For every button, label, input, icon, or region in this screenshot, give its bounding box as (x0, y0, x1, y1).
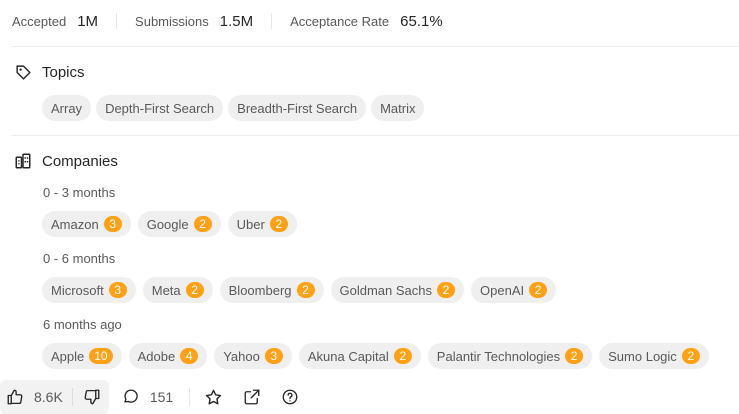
stats-row: Accepted 1M Submissions 1.5M Acceptance … (12, 10, 443, 32)
count-badge: 10 (89, 348, 113, 364)
company-name: Uber (236, 216, 265, 232)
company-tag-sumo-logic[interactable]: Sumo Logic 2 (599, 343, 709, 369)
topic-tags: Array Depth-First Search Breadth-First S… (42, 95, 429, 121)
action-bar: 8.6K 151 (0, 380, 739, 414)
company-tag-palantir-technologies[interactable]: Palantir Technologies 2 (427, 343, 593, 369)
divider (71, 388, 73, 406)
count-badge: 2 (193, 216, 212, 232)
help-icon[interactable] (281, 388, 299, 406)
count-badge: 2 (185, 282, 204, 298)
stat-label: Accepted (12, 13, 67, 29)
company-name: Google (146, 216, 189, 232)
company-tag-microsoft[interactable]: Microsoft 3 (42, 277, 136, 303)
share-icon[interactable] (243, 388, 261, 406)
company-tag-bloomberg[interactable]: Bloomberg 2 (219, 277, 324, 303)
company-name: Palantir Technologies (436, 348, 561, 364)
count-badge: 2 (565, 348, 584, 364)
period-label: 6 months ago (43, 317, 122, 332)
company-tag-meta[interactable]: Meta 2 (142, 277, 213, 303)
divider (116, 13, 118, 29)
period-label: 0 - 3 months (43, 185, 116, 200)
thumbs-up-icon (6, 388, 24, 406)
topic-tag[interactable]: Matrix (371, 95, 425, 121)
company-name: Apple (51, 348, 85, 364)
like-count: 8.6K (34, 389, 63, 405)
company-name: Sumo Logic (608, 348, 677, 364)
count-badge: 2 (529, 282, 548, 298)
company-tag-amazon[interactable]: Amazon 3 (42, 211, 131, 237)
company-name: Bloomberg (228, 282, 292, 298)
company-name: Meta (151, 282, 181, 298)
company-tag-adobe[interactable]: Adobe 4 (128, 343, 208, 369)
comment-icon (122, 388, 140, 406)
period-label: 0 - 6 months (43, 251, 116, 266)
stat-acceptance-rate: Acceptance Rate 65.1% (290, 13, 443, 30)
company-name: Yahoo (223, 348, 260, 364)
count-badge: 3 (103, 216, 122, 232)
stat-submissions: Submissions 1.5M (135, 13, 253, 30)
company-tag-akuna-capital[interactable]: Akuna Capital 2 (298, 343, 421, 369)
count-badge: 4 (180, 348, 199, 364)
stat-value: 1.5M (219, 12, 254, 30)
company-group-0-6-months: Microsoft 3 Meta 2 Bloomberg 2 Goldman Sach… (42, 277, 563, 303)
company-tag-apple[interactable]: Apple 10 (42, 343, 122, 369)
stat-label: Submissions (135, 13, 209, 29)
company-name: Akuna Capital (307, 348, 389, 364)
divider (12, 46, 739, 47)
company-group-6-months-ago: Apple 10 Adobe 4 Yahoo 3 Akuna Capital 2 Pal… (42, 343, 709, 369)
count-badge: 3 (108, 282, 127, 298)
company-tag-goldman-sachs[interactable]: Goldman Sachs 2 (330, 277, 465, 303)
count-badge: 2 (681, 348, 700, 364)
stat-value: 65.1% (400, 12, 443, 30)
company-name: Goldman Sachs (339, 282, 433, 298)
count-badge: 2 (437, 282, 456, 298)
company-name: Microsoft (51, 282, 104, 298)
count-badge: 2 (296, 282, 315, 298)
stat-accepted: Accepted 1M (12, 13, 98, 30)
vote-group: 8.6K (0, 380, 109, 414)
star-icon[interactable] (204, 388, 223, 407)
building-icon (14, 152, 32, 170)
comments-button[interactable]: 151 (122, 388, 173, 406)
company-tag-openai[interactable]: OpenAI 2 (471, 277, 557, 303)
company-name: Adobe (137, 348, 176, 364)
stat-value: 1M (77, 12, 99, 30)
topics-title: Topics (42, 63, 85, 81)
divider (271, 13, 273, 29)
company-name: OpenAI (480, 282, 525, 298)
company-name: Amazon (51, 216, 99, 232)
count-badge: 2 (269, 216, 288, 232)
company-tag-uber[interactable]: Uber 2 (227, 211, 297, 237)
company-tag-yahoo[interactable]: Yahoo 3 (214, 343, 292, 369)
count-badge: 3 (264, 348, 283, 364)
stat-label: Acceptance Rate (290, 13, 390, 29)
topics-header[interactable]: Topics (14, 63, 85, 81)
dislike-button[interactable] (79, 388, 105, 406)
companies-header[interactable]: Companies (14, 152, 118, 170)
company-tag-google[interactable]: Google 2 (137, 211, 221, 237)
thumbs-down-icon (83, 388, 101, 406)
topic-tag[interactable]: Depth-First Search (96, 95, 224, 121)
like-button[interactable]: 8.6K (6, 388, 72, 406)
companies-title: Companies (42, 152, 118, 170)
tag-icon (14, 63, 32, 81)
topic-tag[interactable]: Breadth-First Search (228, 95, 367, 121)
company-group-0-3-months: Amazon 3 Google 2 Uber 2 (42, 211, 304, 237)
count-badge: 2 (393, 348, 412, 364)
divider (12, 135, 739, 136)
comment-count: 151 (149, 389, 174, 405)
divider (189, 388, 191, 406)
topic-tag[interactable]: Array (42, 95, 92, 121)
